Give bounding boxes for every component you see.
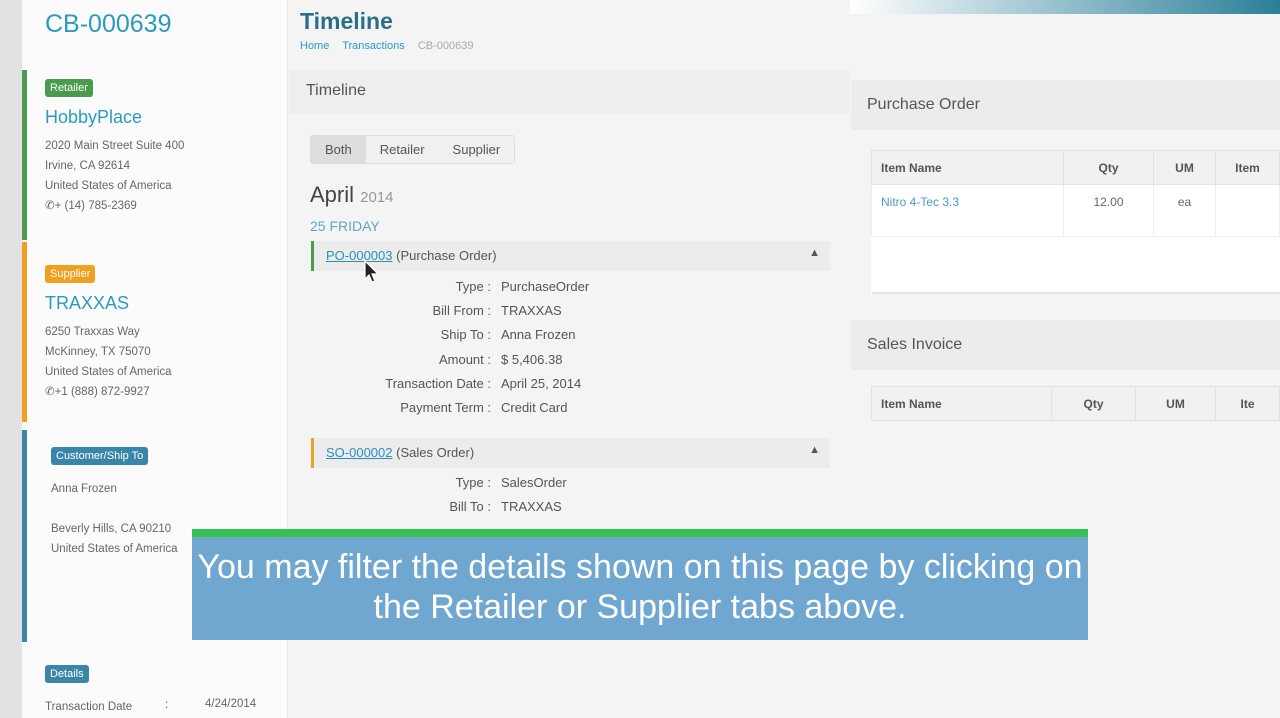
col-qty: Qty xyxy=(1063,150,1154,185)
header-bar xyxy=(850,0,1280,14)
field-value: TRAXXAS xyxy=(501,499,562,515)
transaction-date-value: 4/24/2014 xyxy=(205,698,257,710)
address-line: United States of America xyxy=(45,180,172,192)
field-row: Type : PurchaseOrder xyxy=(311,279,590,294)
field-label: Amount : xyxy=(438,351,491,367)
mouse-cursor-icon xyxy=(364,259,380,284)
address-line: Irvine, CA 92614 xyxy=(45,160,131,172)
chevron-up-icon[interactable]: ▲ xyxy=(809,444,820,456)
field-label: Ship To : xyxy=(440,327,491,343)
table-footer xyxy=(871,236,1280,294)
field-value: Credit Card xyxy=(501,400,568,415)
transaction-date-label: Transaction Date xyxy=(45,701,133,713)
field-row: Ship To : Anna Frozen xyxy=(311,327,576,343)
tab-supplier[interactable]: Supplier xyxy=(439,136,515,163)
field-label: Type : xyxy=(455,475,491,490)
timeline-entry-so[interactable]: SO-000002 (Sales Order) ▲ xyxy=(311,438,830,468)
field-row: Transaction Date : April 25, 2014 xyxy=(311,376,581,391)
phone: + (14) 785-2369 xyxy=(54,200,137,212)
col-item-name: Item Name xyxy=(871,386,1052,421)
tab-retailer[interactable]: Retailer xyxy=(366,136,439,163)
tab-both[interactable]: Both xyxy=(311,136,366,163)
item-name-link[interactable]: Nitro 4-Tec 3.3 xyxy=(871,184,1064,237)
field-label: Transaction Date : xyxy=(385,375,491,391)
timeline-header: Timeline xyxy=(290,70,850,114)
col-item: Item xyxy=(1215,150,1280,185)
year: 2014 xyxy=(360,189,394,206)
day-heading: 25 FRIDAY xyxy=(310,218,380,234)
col-um: UM xyxy=(1135,386,1216,421)
col-item-name: Item Name xyxy=(871,150,1064,185)
field-value: SalesOrder xyxy=(501,475,567,490)
field-value: April 25, 2014 xyxy=(501,375,582,391)
phone-icon: ✆ xyxy=(45,200,55,212)
phone-icon: ✆ xyxy=(45,386,55,398)
col-item: Ite xyxy=(1215,386,1280,421)
retailer-section: Retailer HobbyPlace 2020 Main Street Sui… xyxy=(22,70,288,240)
retailer-badge: Retailer xyxy=(45,79,93,97)
item-cell xyxy=(1215,184,1280,237)
um: ea xyxy=(1153,184,1216,237)
field-row: Payment Term : Credit Card xyxy=(311,400,567,415)
chevron-up-icon[interactable]: ▲ xyxy=(809,247,820,259)
timeline-entry-po[interactable]: PO-000003 (Purchase Order) ▲ xyxy=(311,241,830,271)
breadcrumb: Home Transactions CB-000639 xyxy=(300,40,483,52)
address-line: McKinney, TX 75070 xyxy=(45,346,151,358)
breadcrumb-home[interactable]: Home xyxy=(300,40,329,52)
field-value: PurchaseOrder xyxy=(501,279,590,294)
entry-type: (Sales Order) xyxy=(396,445,475,460)
address-line: United States of America xyxy=(45,366,172,378)
details-badge: Details xyxy=(45,665,89,683)
separator: : xyxy=(165,699,169,711)
qty: 12.00 xyxy=(1063,184,1154,237)
field-label: Payment Term : xyxy=(400,400,491,415)
page-title: Timeline xyxy=(300,8,393,34)
caption-overlay: You may filter the details shown on this… xyxy=(192,529,1088,640)
supplier-badge: Supplier xyxy=(45,265,96,283)
field-label: Bill To : xyxy=(449,499,491,515)
field-row: Type : SalesOrder xyxy=(311,475,567,490)
phone: +1 (888) 872-9927 xyxy=(54,386,150,398)
customer-badge: Customer/Ship To xyxy=(51,447,149,465)
field-value: $ 5,406.38 xyxy=(501,351,563,367)
breadcrumb-transactions[interactable]: Transactions xyxy=(342,40,405,52)
po-link[interactable]: PO-000003 xyxy=(326,248,393,263)
field-row: Amount : $ 5,406.38 xyxy=(311,352,562,367)
entry-type: (Purchase Order) xyxy=(396,248,497,263)
field-value: Anna Frozen xyxy=(501,327,576,343)
transaction-id: CB-000639 xyxy=(45,10,172,38)
field-label: Type : xyxy=(455,279,491,294)
supplier-name[interactable]: TRAXXAS xyxy=(45,293,270,314)
field-label: Bill From : xyxy=(432,303,492,319)
col-qty: Qty xyxy=(1051,386,1136,421)
customer-name: Anna Frozen xyxy=(51,483,117,495)
month: April xyxy=(310,182,355,207)
breadcrumb-current: CB-000639 xyxy=(417,40,474,52)
so-link[interactable]: SO-000002 xyxy=(326,445,393,460)
address-line: 6250 Traxxas Way xyxy=(45,326,140,338)
month-heading: April 2014 xyxy=(310,182,394,208)
retailer-name[interactable]: HobbyPlace xyxy=(45,107,270,128)
table-row: Nitro 4-Tec 3.3 12.00 ea xyxy=(871,184,1280,237)
sales-invoice-header: Sales Invoice xyxy=(851,320,1280,370)
supplier-section: Supplier TRAXXAS 6250 Traxxas Way McKinn… xyxy=(22,242,288,422)
sales-invoice-table: Item Name Qty UM Ite xyxy=(871,386,1280,421)
window-edge xyxy=(0,0,22,718)
address-line: 2020 Main Street Suite 400 xyxy=(45,140,185,152)
details-section: Details xyxy=(45,664,89,683)
field-row: Bill To : TRAXXAS xyxy=(311,499,562,515)
purchase-order-header: Purchase Order xyxy=(851,80,1280,130)
filter-tabs: Both Retailer Supplier xyxy=(310,135,516,164)
field-value: TRAXXAS xyxy=(501,303,562,319)
field-row: Bill From : TRAXXAS xyxy=(311,303,562,318)
purchase-order-table: Item Name Qty UM Item Nitro 4-Tec 3.3 12.00 e… xyxy=(871,150,1280,294)
col-um: UM xyxy=(1153,150,1216,185)
